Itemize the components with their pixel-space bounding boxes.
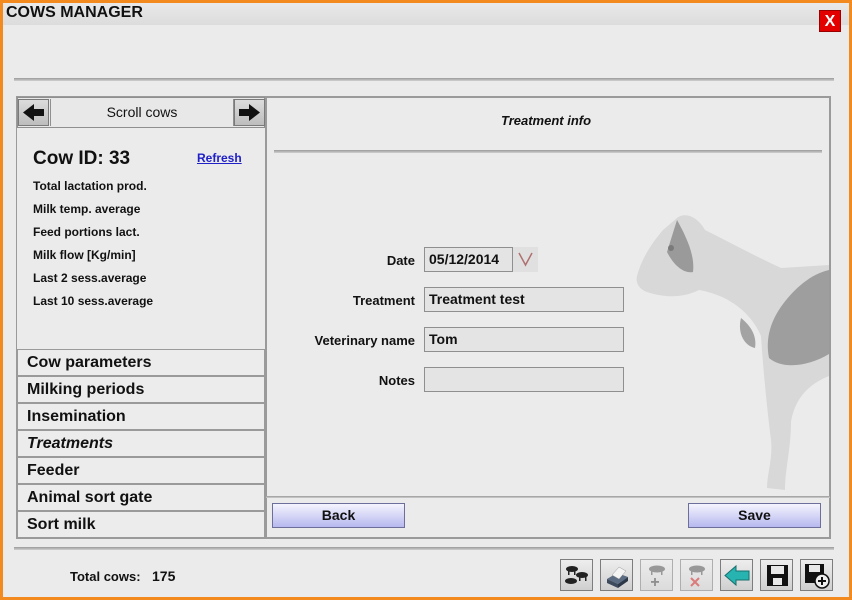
stat-last-10-sess: Last 10 sess.average: [33, 294, 154, 308]
section-divider: [274, 150, 822, 153]
title-bar: COWS MANAGER: [3, 3, 849, 25]
stat-total-lactation: Total lactation prod.: [33, 179, 147, 193]
stat-milk-flow: Milk flow [Kg/min]: [33, 248, 136, 262]
cow-id: Cow ID: 33: [33, 148, 131, 169]
section-title: Treatment info: [501, 113, 592, 128]
window-title: COWS MANAGER: [6, 4, 143, 21]
menu-animal-sort-gate[interactable]: Animal sort gate: [17, 484, 265, 511]
total-cows-label: Total cows:: [70, 569, 141, 584]
scroll-next-button[interactable]: [234, 99, 265, 126]
chevron-down-icon: [518, 252, 533, 267]
date-dropdown-button[interactable]: [512, 247, 538, 272]
delete-cow-button[interactable]: [680, 559, 713, 591]
stat-feed-portions: Feed portions lact.: [33, 225, 140, 239]
save-to-disk-button[interactable]: [760, 559, 793, 591]
save-button[interactable]: Save: [688, 503, 821, 528]
total-cows-value: 175: [152, 568, 176, 584]
arrow-left-icon: [23, 104, 44, 121]
menu-sort-milk[interactable]: Sort milk: [17, 511, 265, 538]
menu-cow-parameters[interactable]: Cow parameters: [17, 349, 265, 376]
refresh-link[interactable]: Refresh: [197, 151, 242, 165]
save-add-icon: [805, 564, 830, 589]
footer-divider: [14, 547, 834, 550]
vet-name-field[interactable]: Tom: [424, 327, 624, 352]
back-arrow-icon: [724, 564, 750, 587]
exit-button[interactable]: [720, 559, 753, 591]
notes-label: Notes: [378, 373, 415, 388]
save-disk-icon: [767, 565, 788, 586]
cows-list-icon: [565, 566, 588, 584]
vet-name-label: Veterinary name: [314, 333, 415, 348]
app-window: COWS MANAGER X Scroll cows Cow ID: 33 Re…: [3, 3, 849, 597]
action-bar-divider: [266, 496, 830, 498]
stat-milk-temp: Milk temp. average: [33, 202, 141, 216]
header-divider: [14, 78, 834, 81]
add-cow-icon: [649, 565, 665, 586]
menu-feeder[interactable]: Feeder: [17, 457, 265, 484]
treatment-field[interactable]: Treatment test: [424, 287, 624, 312]
delete-cow-icon: [689, 565, 705, 587]
close-button[interactable]: X: [819, 10, 841, 32]
printer-icon: [607, 566, 628, 588]
scroll-cows-bar: Scroll cows: [17, 97, 265, 128]
treatment-label: Treatment: [352, 293, 415, 308]
back-button[interactable]: Back: [272, 503, 405, 528]
menu-insemination[interactable]: Insemination: [17, 403, 265, 430]
notes-field[interactable]: [424, 367, 624, 392]
stat-last-2-sess: Last 2 sess.average: [33, 271, 147, 285]
cow-watermark-image: [636, 215, 829, 491]
add-cow-button[interactable]: [640, 559, 673, 591]
print-button[interactable]: [600, 559, 633, 591]
date-label: Date: [386, 253, 415, 268]
cows-list-button[interactable]: [560, 559, 593, 591]
scroll-cows-label: Scroll cows: [50, 99, 234, 126]
menu-milking-periods[interactable]: Milking periods: [17, 376, 265, 403]
save-add-button[interactable]: [800, 559, 833, 591]
arrow-right-icon: [239, 104, 260, 121]
scroll-prev-button[interactable]: [18, 99, 49, 126]
menu-treatments[interactable]: Treatments: [17, 430, 265, 457]
